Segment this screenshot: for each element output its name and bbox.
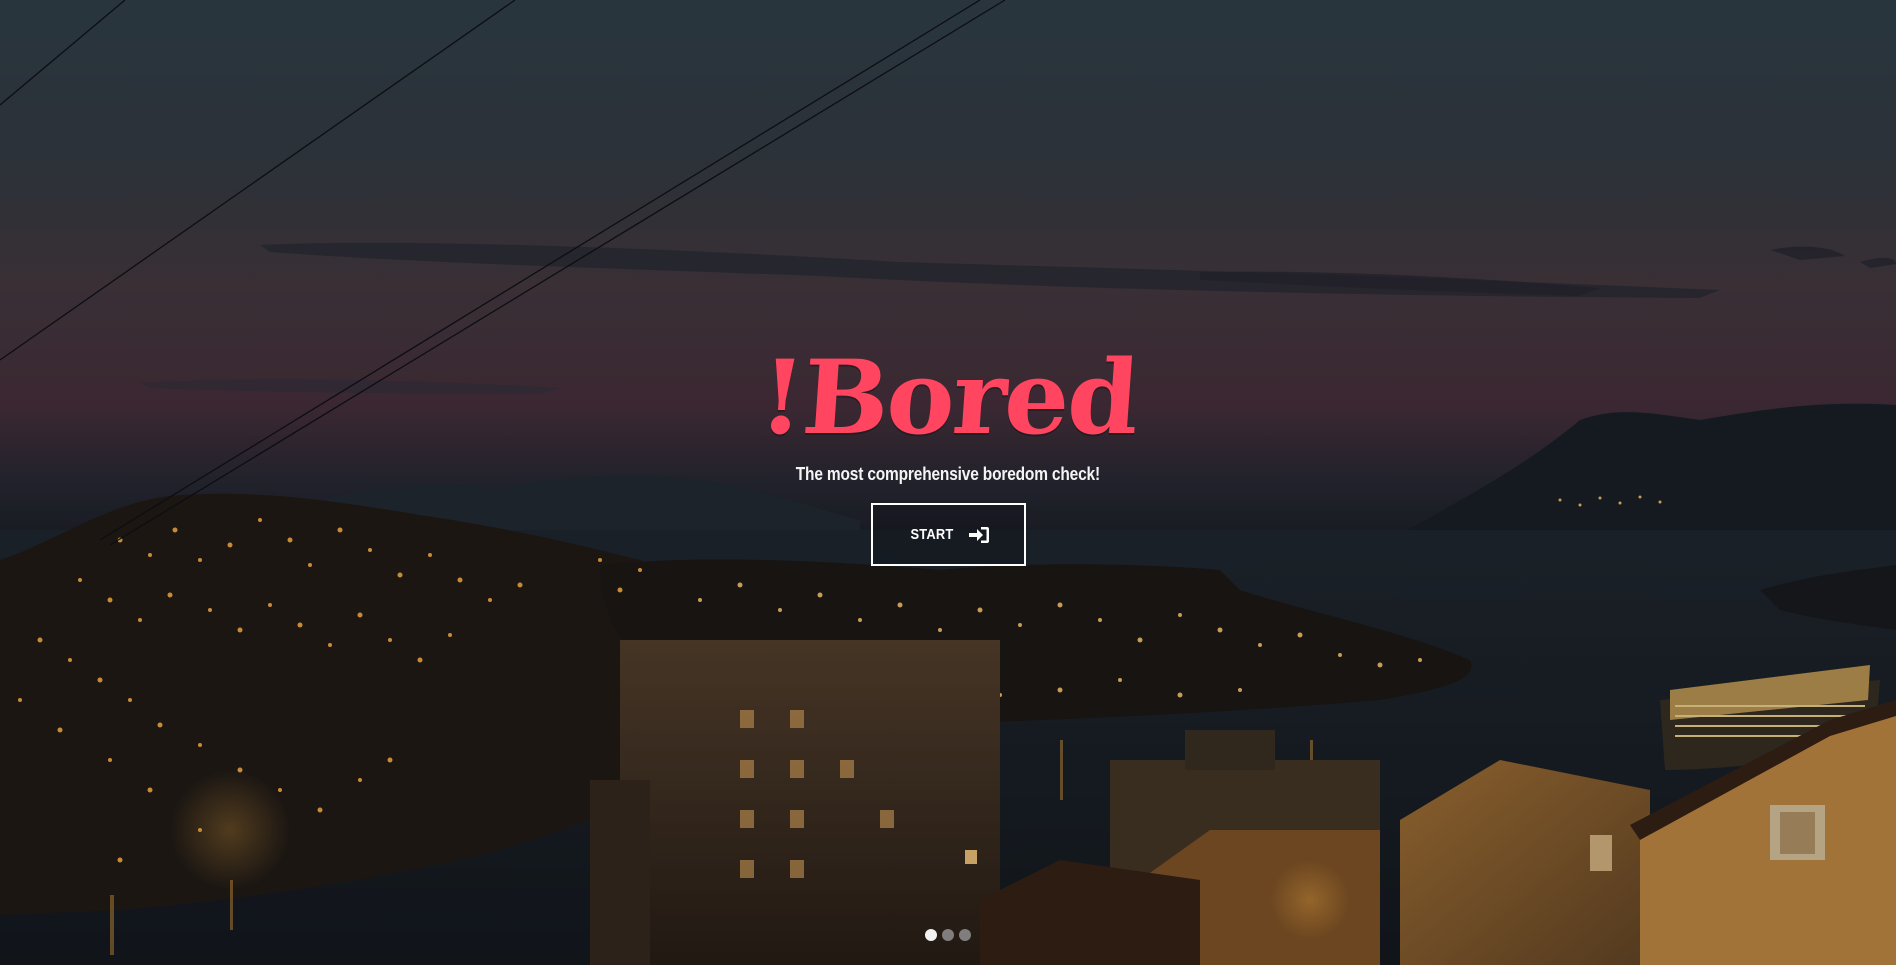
- hero-content: !Bored The most comprehensive boredom ch…: [648, 338, 1248, 566]
- carousel-dot-2[interactable]: [942, 929, 954, 941]
- sign-in-icon: [968, 526, 989, 543]
- hero-section: !Bored The most comprehensive boredom ch…: [0, 0, 1896, 965]
- carousel-dot-3[interactable]: [959, 929, 971, 941]
- start-button-label: START: [910, 526, 954, 543]
- carousel-indicators: [925, 929, 971, 941]
- start-button[interactable]: START: [870, 503, 1026, 566]
- brand-logo: !Bored: [755, 338, 1141, 458]
- tagline: The most comprehensive boredom check!: [795, 464, 1101, 484]
- carousel-dot-1[interactable]: [925, 929, 937, 941]
